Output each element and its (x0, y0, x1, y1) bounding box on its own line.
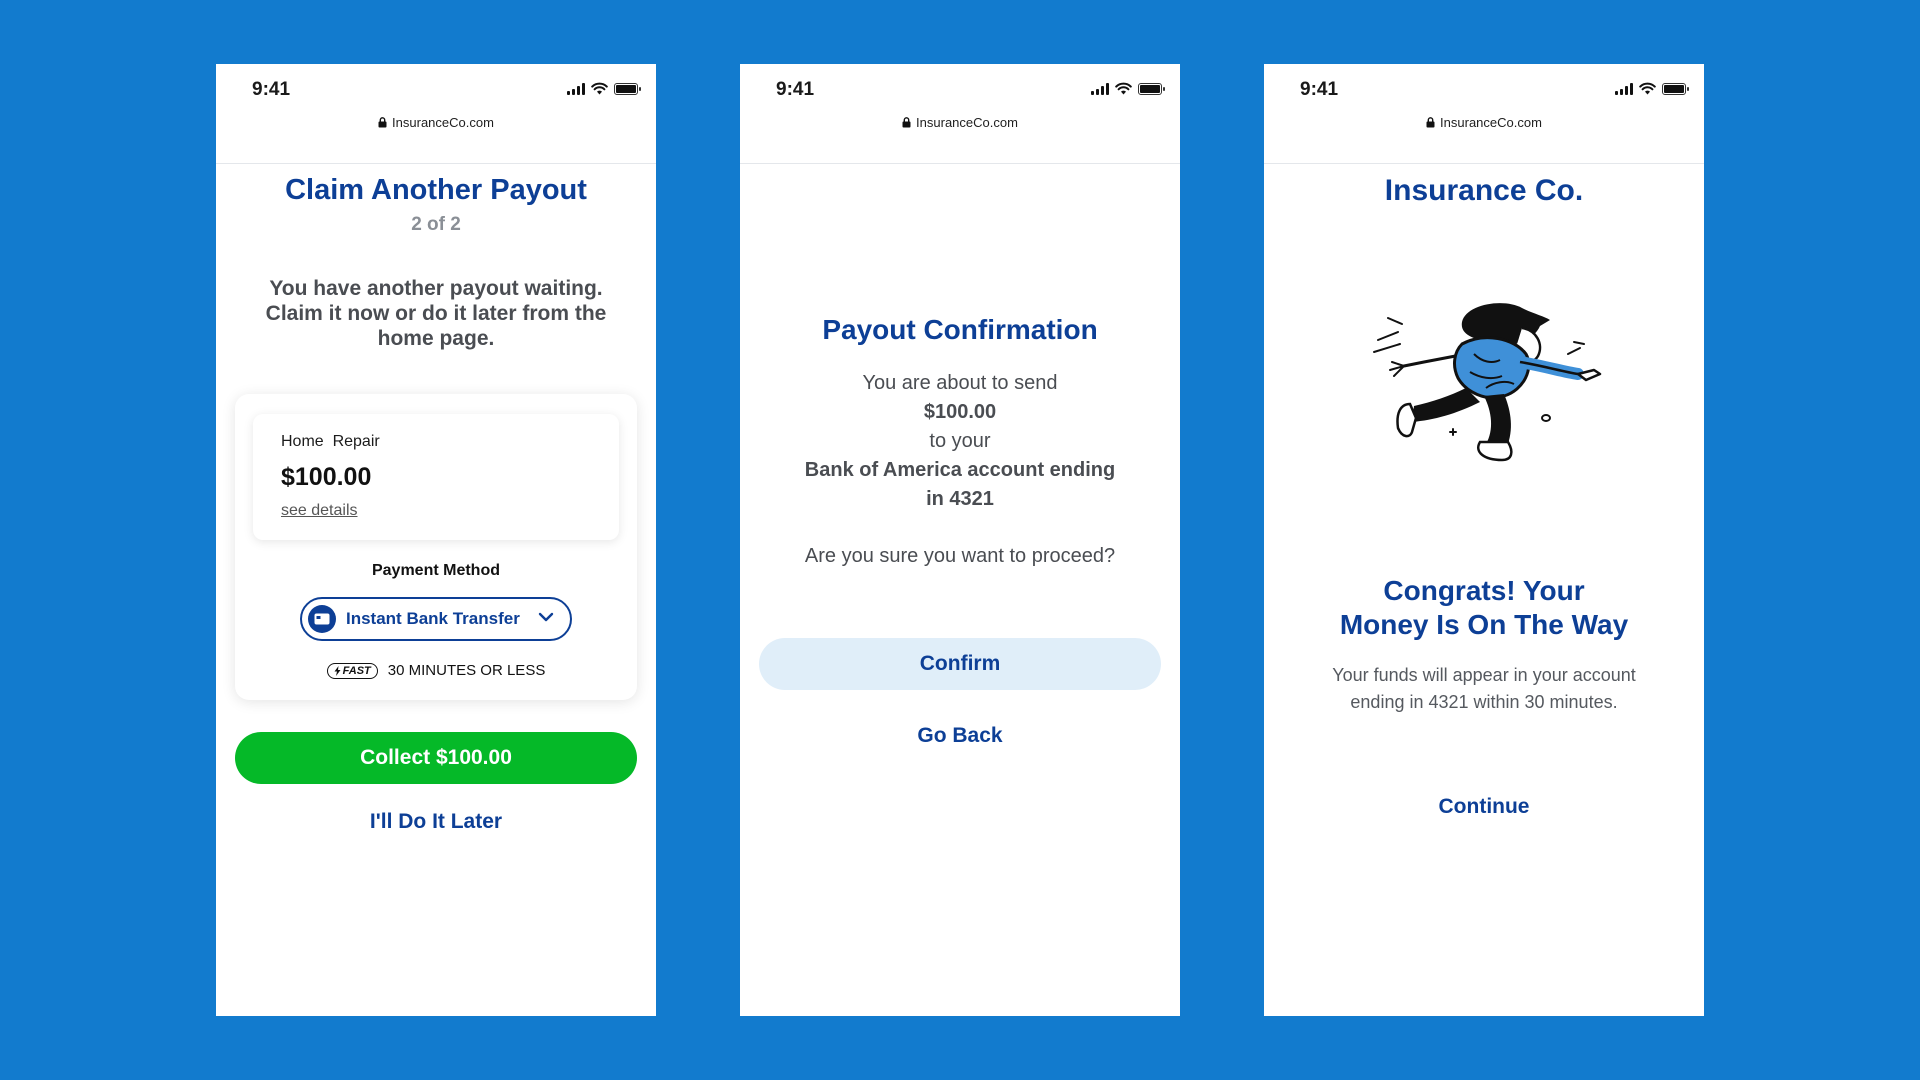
battery-icon (1662, 82, 1689, 95)
system-icons (1091, 82, 1165, 95)
success-heading-line-2: Money Is On The Way (1339, 609, 1629, 640)
lock-icon (378, 117, 387, 128)
confirmation-line: You are about to send (862, 372, 1058, 394)
browser-header: 9:41 InsuranceCo.com (216, 64, 656, 164)
payment-method-dropdown[interactable]: Instant Bank Transfer (300, 597, 572, 641)
battery-icon (614, 82, 641, 95)
running-person-illustration (1373, 303, 1602, 462)
wifi-icon (1115, 82, 1132, 95)
step-indicator: 2 of 2 (411, 214, 461, 235)
fast-badge: FAST (326, 662, 378, 679)
phone-screen-success: 9:41 InsuranceCo.com Insurance Co. Congr… (1264, 64, 1704, 1016)
phone-screen-payout-confirmation: 9:41 InsuranceCo.com Payout Confirmation… (740, 64, 1180, 1016)
url-text: InsuranceCo.com (1440, 115, 1542, 130)
address-bar[interactable]: InsuranceCo.com (216, 115, 656, 130)
signal-icon (1615, 82, 1633, 95)
status-time: 9:41 (776, 79, 815, 100)
signal-icon (567, 82, 585, 95)
collect-button[interactable]: Collect $100.00 (235, 732, 637, 784)
url-text: InsuranceCo.com (916, 115, 1018, 130)
browser-header: 9:41 InsuranceCo.com (740, 64, 1180, 164)
lightning-icon (334, 665, 341, 676)
browser-header: 9:41 InsuranceCo.com (1264, 64, 1704, 164)
battery-icon (1138, 82, 1165, 95)
speed-text: 30 MINUTES OR LESS (387, 662, 546, 679)
payment-method-label: Payment Method (371, 562, 500, 579)
address-bar[interactable]: InsuranceCo.com (1264, 115, 1704, 130)
confirmation-line: to your (929, 430, 991, 452)
claim-category: Home Repair (281, 433, 380, 450)
url-text: InsuranceCo.com (392, 115, 494, 130)
status-time: 9:41 (252, 79, 291, 100)
see-details-link[interactable]: see details (281, 502, 358, 520)
payment-method-value: Instant Bank Transfer (346, 609, 520, 628)
wifi-icon (1639, 82, 1656, 95)
confirmation-account: Bank of America account ending (804, 459, 1116, 481)
go-back-link[interactable]: Go Back (740, 724, 1180, 748)
confirm-button[interactable]: Confirm (759, 638, 1161, 690)
lock-icon (1426, 117, 1435, 128)
payout-card: Home Repair $100.00 see details Payment … (235, 394, 637, 700)
success-body-line-1: Your funds will appear in your account (1332, 665, 1636, 685)
success-heading-line-1: Congrats! Your (1383, 575, 1585, 606)
chevron-down-icon (538, 612, 554, 622)
page-title: Payout Confirmation (822, 314, 1098, 345)
phone-screen-claim-payout: 9:41 InsuranceCo.com Claim Another Payou… (216, 64, 656, 1016)
fast-badge-text: FAST (342, 664, 371, 677)
claim-summary-card: Home Repair $100.00 see details (253, 414, 619, 540)
lock-icon (902, 117, 911, 128)
brand-title: Insurance Co. (1384, 174, 1584, 207)
wifi-icon (591, 82, 608, 95)
page-title: Claim Another Payout (285, 174, 587, 206)
confirmation-account-number: in 4321 (926, 488, 994, 510)
success-body-line-2: ending in 4321 within 30 minutes. (1350, 692, 1618, 712)
signal-icon (1091, 82, 1109, 95)
claim-amount: $100.00 (281, 463, 372, 491)
continue-link[interactable]: Continue (1264, 795, 1704, 819)
bank-card-icon (308, 605, 336, 633)
confirmation-amount: $100.00 (923, 401, 997, 423)
address-bar[interactable]: InsuranceCo.com (740, 115, 1180, 130)
system-icons (1615, 82, 1689, 95)
payout-message: You have another payout waiting. Claim i… (265, 277, 607, 350)
transfer-speed: FAST 30 MINUTES OR LESS (235, 662, 637, 679)
do-it-later-link[interactable]: I'll Do It Later (216, 810, 656, 834)
system-icons (567, 82, 641, 95)
proceed-question: Are you sure you want to proceed? (804, 545, 1116, 567)
status-time: 9:41 (1300, 79, 1339, 100)
